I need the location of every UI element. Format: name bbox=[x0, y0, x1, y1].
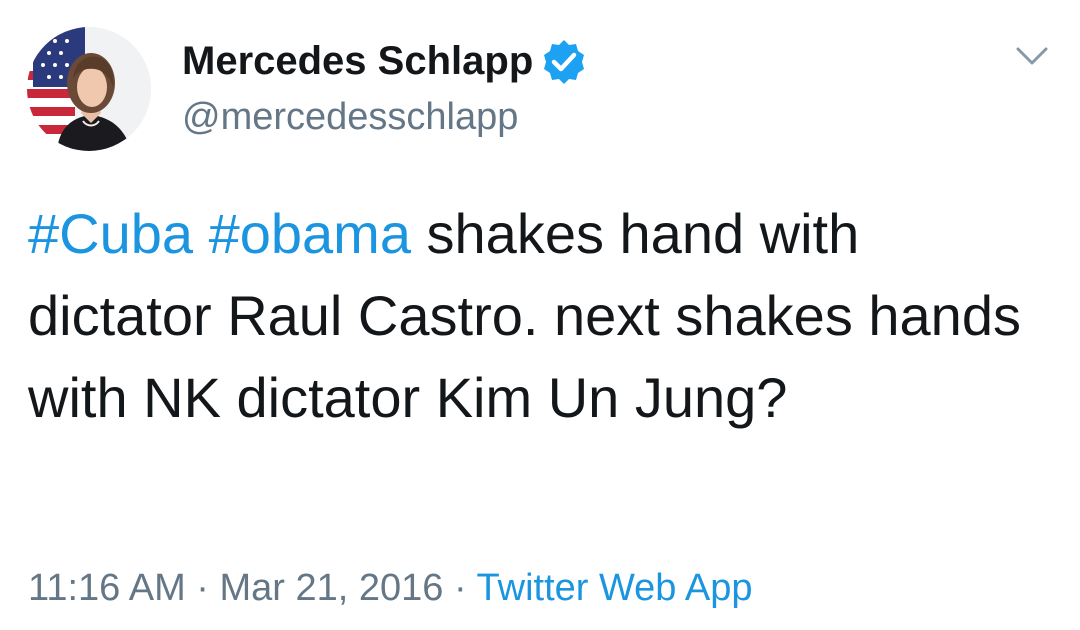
meta-separator: · bbox=[196, 567, 209, 609]
tweet-card: Mercedes Schlapp @mercedesschlapp #Cuba … bbox=[0, 0, 1080, 630]
tweet-text-line1: shakes hand with bbox=[426, 202, 860, 265]
tweet-text: #Cuba #obama shakes hand with dictator R… bbox=[28, 193, 1028, 439]
verified-badge-icon bbox=[544, 40, 584, 84]
hashtag-link-cuba[interactable]: #Cuba bbox=[28, 202, 193, 265]
chevron-down-icon[interactable] bbox=[1014, 40, 1050, 70]
tweet-text-rest: dictator Raul Castro. next shakes hands … bbox=[28, 284, 1021, 429]
tweet-meta: 11:16 AM · Mar 21, 2016 · Twitter Web Ap… bbox=[28, 565, 753, 611]
meta-separator: · bbox=[454, 567, 467, 609]
hashtag-link-obama[interactable]: #obama bbox=[209, 202, 411, 265]
display-name[interactable]: Mercedes Schlapp bbox=[182, 38, 533, 84]
avatar-photo-icon bbox=[27, 27, 151, 151]
source-link[interactable]: Twitter Web App bbox=[477, 567, 753, 609]
tweet-date[interactable]: Mar 21, 2016 bbox=[220, 567, 444, 609]
user-handle[interactable]: @mercedesschlapp bbox=[182, 95, 518, 139]
avatar[interactable] bbox=[27, 27, 151, 151]
tweet-time[interactable]: 11:16 AM bbox=[28, 567, 186, 609]
